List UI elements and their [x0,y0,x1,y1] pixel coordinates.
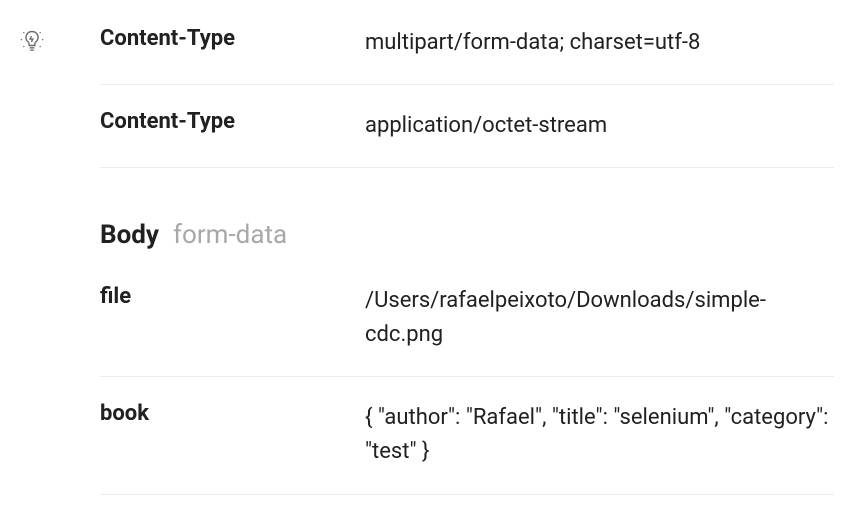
body-subtitle: form-data [173,220,287,250]
body-value: { "author": "Rafael", "title": "selenium… [365,401,834,469]
header-key: Content-Type [100,109,365,134]
request-details: Content-Type multipart/form-data; charse… [100,0,864,495]
body-row: book { "author": "Rafael", "title": "sel… [100,377,834,494]
header-row: Content-Type application/octet-stream [100,85,834,168]
header-value: multipart/form-data; charset=utf-8 [365,26,834,60]
body-section-header: Body form-data [100,168,834,260]
body-key: file [100,284,365,309]
body-value: /Users/rafaelpeixoto/Downloads/simple-cd… [365,284,834,352]
header-value: application/octet-stream [365,109,834,143]
body-row: file /Users/rafaelpeixoto/Downloads/simp… [100,260,834,377]
body-key: book [100,401,365,426]
body-title: Body [100,220,159,250]
header-row: Content-Type multipart/form-data; charse… [100,8,834,85]
lightbulb-icon[interactable] [18,28,46,56]
header-key: Content-Type [100,26,365,51]
